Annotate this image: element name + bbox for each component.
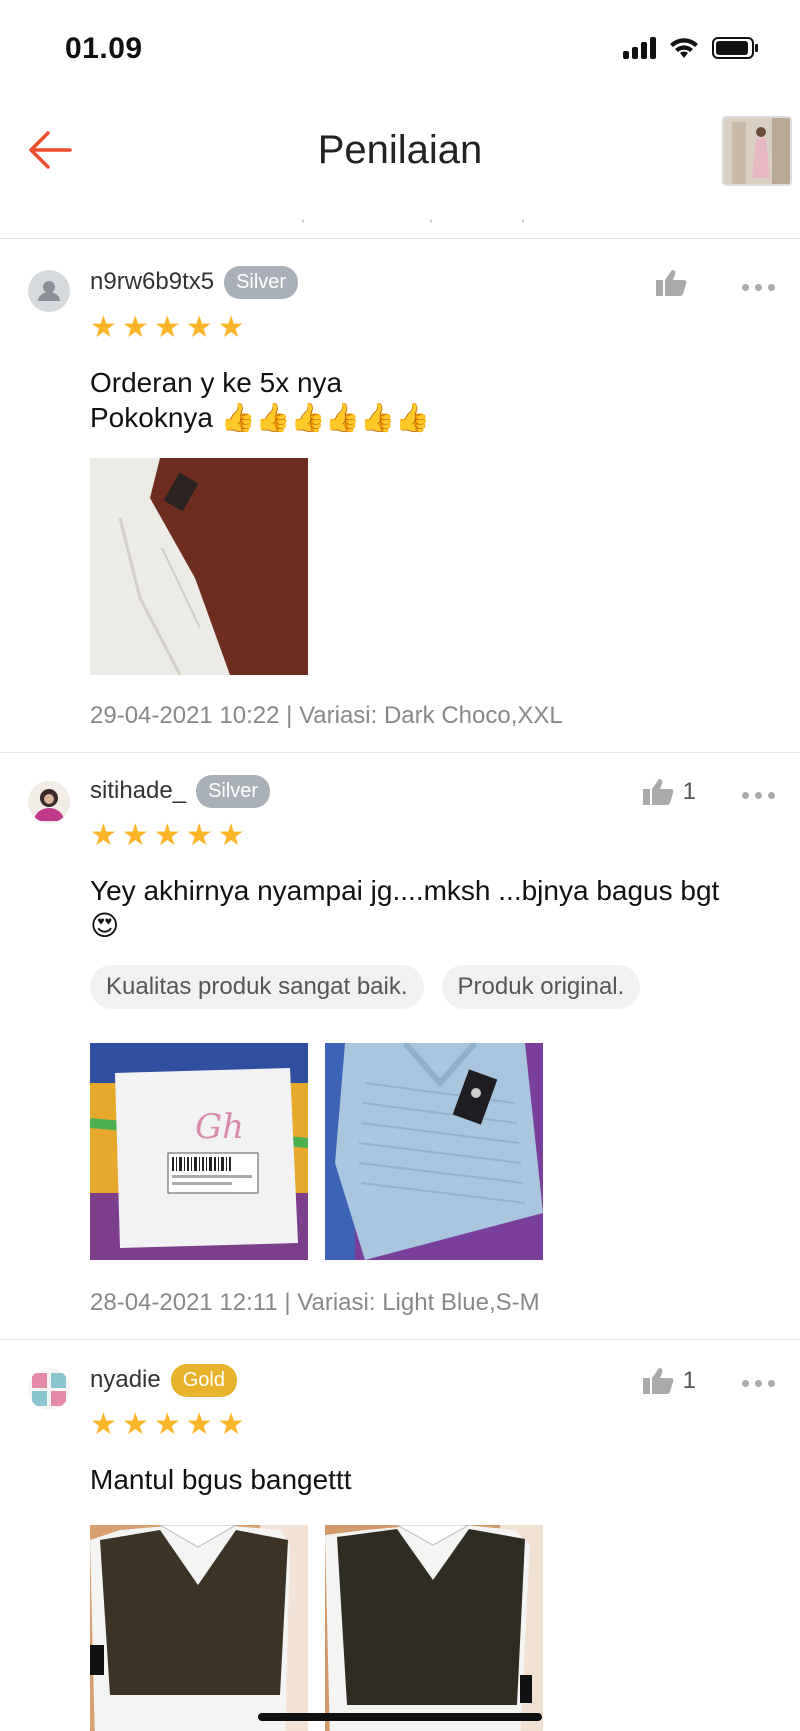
review-tags: Kualitas produk sangat baik. Produk orig… <box>90 965 641 1009</box>
review-photo[interactable] <box>90 1525 308 1731</box>
star-icon: ★ <box>121 1408 149 1441</box>
like-count: 1 <box>682 1367 696 1394</box>
thumbs-up-icon <box>656 270 687 296</box>
review-item: n9rw6b9tx5 Silver ★ ★ ★ ★ ★ Orderan y ke 5x n… <box>0 240 800 753</box>
reviewer-name: sitihade_ Silver <box>90 775 271 808</box>
svg-text:Gh: Gh <box>195 1107 244 1147</box>
reviewer-name: n9rw6b9tx5 Silver <box>90 266 299 299</box>
review-photo[interactable] <box>325 1043 543 1260</box>
reviewer-username: n9rw6b9tx5 <box>90 267 215 295</box>
more-options-button[interactable] <box>742 1374 775 1393</box>
member-badge: Gold <box>170 1364 237 1397</box>
review-photos <box>90 1525 543 1731</box>
review-item: sitihade_ Silver 1 ★ ★ ★ ★ ★ Yey akhirnya nya… <box>0 753 800 1340</box>
star-icon: ★ <box>185 1408 213 1441</box>
nav-bar: Penilaian <box>0 100 800 210</box>
star-icon: ★ <box>153 311 181 344</box>
review-tag: Kualitas produk sangat baik. <box>90 965 424 1009</box>
review-photo[interactable]: Gh <box>90 1043 308 1260</box>
review-item: nyadie Gold 1 ★ ★ ★ ★ ★ Mantul bgus bangettt <box>0 1340 800 1731</box>
signal-icon <box>623 37 656 59</box>
review-text-line: Yey akhirnya nyampai jg....mksh ...bjnya… <box>90 875 720 906</box>
star-icon: ★ <box>153 819 181 852</box>
review-tag: Produk original. <box>441 965 641 1009</box>
star-icon: ★ <box>90 311 117 344</box>
reviewer-name: nyadie Gold <box>90 1364 237 1397</box>
review-photos <box>90 458 308 675</box>
more-options-button[interactable] <box>742 786 775 805</box>
star-rating: ★ ★ ★ ★ ★ <box>90 313 245 343</box>
product-thumbnail[interactable] <box>722 116 792 186</box>
like-button[interactable] <box>654 268 696 298</box>
star-icon: ★ <box>217 819 245 852</box>
review-photo[interactable] <box>90 458 308 675</box>
more-options-button[interactable] <box>742 278 775 297</box>
star-icon: ★ <box>121 311 149 344</box>
review-photo[interactable] <box>325 1525 543 1731</box>
wifi-icon <box>670 38 698 58</box>
status-bar: 01.09 <box>0 0 800 100</box>
star-rating: ★ ★ ★ ★ ★ <box>90 821 245 851</box>
status-time: 01.09 <box>65 32 143 65</box>
thumbs-up-icon <box>642 1368 674 1394</box>
review-meta: 28-04-2021 12:11 | Variasi: Light Blue,S… <box>90 1289 540 1316</box>
previous-content-edge: ˌ ˌ ˌ <box>0 205 800 239</box>
battery-icon <box>712 37 758 59</box>
star-rating: ★ ★ ★ ★ ★ <box>90 1410 245 1440</box>
star-icon: ★ <box>185 311 213 344</box>
star-icon: ★ <box>185 819 213 852</box>
avatar <box>28 781 70 823</box>
review-list: n9rw6b9tx5 Silver ★ ★ ★ ★ ★ Orderan y ke 5x n… <box>0 240 800 1731</box>
reviewer-username: nyadie <box>90 1365 161 1393</box>
star-icon: ★ <box>153 1408 181 1441</box>
like-button[interactable]: 1 <box>641 1366 696 1396</box>
star-icon: ★ <box>217 311 245 344</box>
review-text-line: Pokoknya 👍👍👍👍👍👍 <box>90 402 430 433</box>
home-indicator <box>258 1713 542 1721</box>
thumbs-up-icon <box>642 779 674 805</box>
review-text: Mantul bgus bangettt <box>90 1462 770 1497</box>
member-badge: Silver <box>196 775 271 808</box>
avatar <box>28 1368 70 1410</box>
review-meta: 29-04-2021 10:22 | Variasi: Dark Choco,X… <box>90 702 563 729</box>
review-text: Orderan y ke 5x nya Pokoknya 👍👍👍👍👍👍 <box>90 365 770 435</box>
review-text-line: Orderan y ke 5x nya <box>90 367 343 398</box>
review-text: Yey akhirnya nyampai jg....mksh ...bjnya… <box>90 873 770 943</box>
star-icon: ★ <box>121 819 149 852</box>
star-icon: ★ <box>217 1408 245 1441</box>
like-button[interactable]: 1 <box>641 777 696 807</box>
status-icons <box>623 36 760 60</box>
review-text-line: 😍 <box>90 910 120 941</box>
star-icon: ★ <box>90 1408 117 1441</box>
star-icon: ★ <box>90 819 117 852</box>
avatar <box>28 270 70 312</box>
review-text-line: Mantul bgus bangettt <box>90 1464 352 1495</box>
reviewer-username: sitihade_ <box>90 776 187 804</box>
product-thumbnail-image <box>724 118 790 184</box>
review-photos: Gh <box>90 1043 543 1260</box>
like-count: 1 <box>682 778 696 805</box>
member-badge: Silver <box>224 266 299 299</box>
page-title: Penilaian <box>317 128 483 172</box>
